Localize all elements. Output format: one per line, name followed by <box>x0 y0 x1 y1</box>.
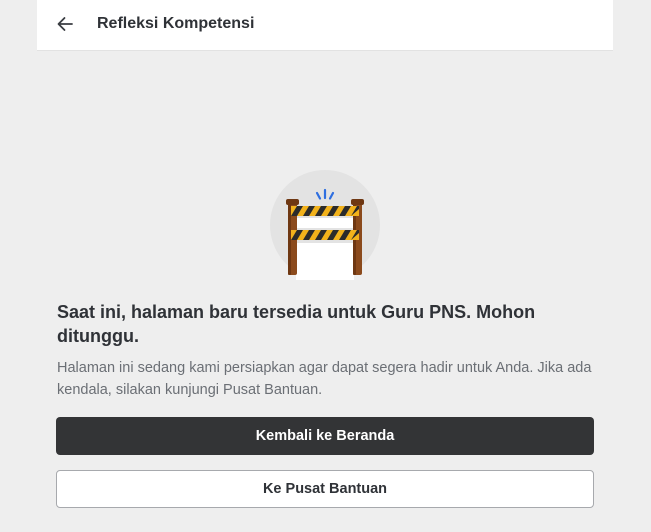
back-button[interactable] <box>51 10 79 38</box>
headline-message: Saat ini, halaman baru tersedia untuk Gu… <box>57 302 536 346</box>
arrow-left-icon <box>57 17 73 31</box>
back-to-home-button[interactable]: Kembali ke Beranda <box>56 417 594 455</box>
description-text: Halaman ini sedang kami persiapkan agar … <box>57 360 592 398</box>
page-title: Refleksi Kompetensi <box>97 15 255 32</box>
construction-illustration <box>270 170 380 280</box>
top-app-bar: Refleksi Kompetensi <box>37 0 613 51</box>
construction-barrier-icon <box>270 170 380 280</box>
help-center-button[interactable]: Ke Pusat Bantuan <box>56 470 594 508</box>
